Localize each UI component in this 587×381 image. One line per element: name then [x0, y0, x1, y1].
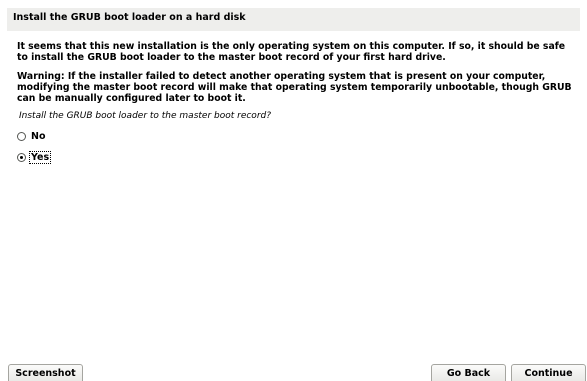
- option-yes[interactable]: Yes: [17, 150, 52, 164]
- option-no-label[interactable]: No: [30, 131, 46, 142]
- continue-button[interactable]: Continue: [511, 364, 586, 381]
- question-label: Install the GRUB boot loader to the mast…: [19, 111, 272, 121]
- warning-paragraph: Warning: If the installer failed to dete…: [17, 71, 572, 104]
- option-no[interactable]: No: [17, 129, 46, 143]
- screenshot-button[interactable]: Screenshot: [8, 364, 83, 381]
- description: It seems that this new installation is t…: [17, 41, 577, 104]
- radio-yes[interactable]: [17, 152, 26, 162]
- installer-screen: Install the GRUB boot loader on a hard d…: [0, 0, 587, 381]
- radio-no[interactable]: [17, 131, 26, 141]
- info-paragraph: It seems that this new installation is t…: [17, 41, 566, 63]
- go-back-button[interactable]: Go Back: [431, 364, 506, 381]
- page-title: Install the GRUB boot loader on a hard d…: [7, 8, 580, 31]
- option-yes-label[interactable]: Yes: [28, 150, 52, 164]
